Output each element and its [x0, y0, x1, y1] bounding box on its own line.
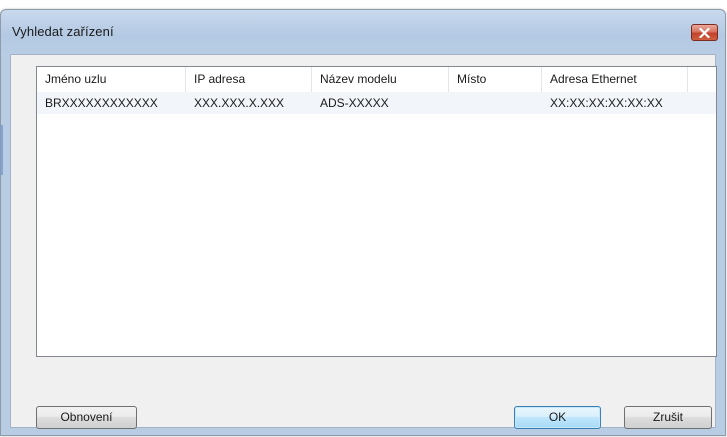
column-header-ip-address[interactable]: IP adresa: [186, 67, 312, 92]
window-edge-accent: [1, 125, 3, 175]
ok-button[interactable]: OK: [514, 406, 601, 429]
list-header: Jméno uzlu IP adresa Název modelu Místo …: [37, 67, 716, 93]
cell-node-name: BRXXXXXXXXXXXX: [45, 96, 158, 110]
refresh-button[interactable]: Obnovení: [36, 406, 137, 429]
cell-location: [449, 92, 542, 114]
close-icon: [699, 27, 710, 38]
title-bar[interactable]: Vyhledat zařízení: [1, 10, 725, 54]
dialog-client-area: Jméno uzlu IP adresa Název modelu Místo …: [10, 54, 717, 429]
column-header-location[interactable]: Místo: [449, 67, 542, 92]
cell-model-name: ADS-XXXXX: [320, 96, 389, 110]
search-devices-dialog: Vyhledat zařízení Jméno uzlu IP adresa N…: [0, 9, 726, 436]
column-header-ethernet-address[interactable]: Adresa Ethernet: [542, 67, 688, 92]
table-row[interactable]: BRXXXXXXXXXXXX XXX.XXX.X.XXX ADS-XXXXX X…: [37, 92, 716, 114]
dialog-title: Vyhledat zařízení: [12, 24, 114, 39]
cancel-button[interactable]: Zrušit: [624, 406, 712, 429]
cell-ethernet-address: XX:XX:XX:XX:XX:XX: [550, 96, 663, 110]
close-button[interactable]: [691, 24, 718, 41]
cell-ip-address: XXX.XXX.X.XXX: [194, 96, 285, 110]
device-list[interactable]: Jméno uzlu IP adresa Název modelu Místo …: [36, 66, 717, 357]
column-header-node-name[interactable]: Jméno uzlu: [37, 67, 186, 92]
column-header-model-name[interactable]: Název modelu: [312, 67, 449, 92]
page: Vyhledat zařízení Jméno uzlu IP adresa N…: [0, 0, 727, 437]
